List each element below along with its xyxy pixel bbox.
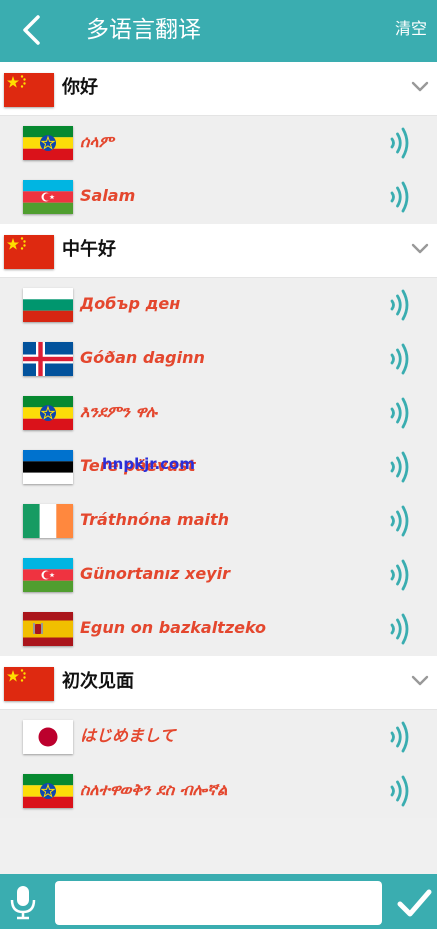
- translation-item[interactable]: ስለተዋወቅን ደስ ብሎኛል: [0, 764, 437, 818]
- translation-text: Tráthnóna maith: [80, 510, 230, 529]
- app-header: 多语言翻译 清空: [0, 0, 437, 62]
- speaker-icon[interactable]: [389, 721, 411, 753]
- iceland-flag-icon: [23, 342, 73, 376]
- translation-text: እንደምን ዋሉ: [80, 402, 157, 421]
- translation-item[interactable]: Добър ден: [0, 278, 437, 332]
- group-header[interactable]: 你好: [0, 62, 437, 116]
- translation-item[interactable]: Egun on bazkaltzeko: [0, 602, 437, 656]
- bulgaria-flag-icon: [23, 288, 73, 322]
- page-title: 多语言翻译: [86, 17, 201, 43]
- speaker-icon[interactable]: [389, 181, 411, 213]
- translation-text: Góðan daginn: [80, 348, 205, 367]
- ethiopia-flag-icon: [23, 126, 73, 160]
- text-input[interactable]: [55, 881, 382, 925]
- ireland-flag-icon: [23, 504, 73, 538]
- translation-item[interactable]: Günortanız xeyir: [0, 548, 437, 602]
- translation-text: Egun on bazkaltzeko: [80, 618, 267, 637]
- microphone-icon[interactable]: [8, 884, 38, 920]
- translation-text: ሰላም: [80, 132, 114, 151]
- estonia-flag-icon: [23, 450, 73, 484]
- speaker-icon[interactable]: [389, 559, 411, 591]
- speaker-icon[interactable]: [389, 127, 411, 159]
- spain-flag-icon: [23, 612, 73, 646]
- ethiopia-flag-icon: [23, 396, 73, 430]
- source-phrase: 初次见面: [62, 671, 134, 692]
- translation-text: ስለተዋወቅን ደስ ብሎኛል: [80, 780, 228, 799]
- china-flag-icon: [4, 235, 54, 269]
- speaker-icon[interactable]: [389, 505, 411, 537]
- translation-item[interactable]: Tráthnóna maith: [0, 494, 437, 548]
- speaker-icon[interactable]: [389, 289, 411, 321]
- clear-button[interactable]: 清空: [395, 18, 427, 40]
- translation-text: はじめまして: [80, 726, 176, 745]
- translation-text: Добър ден: [80, 294, 181, 313]
- group-header[interactable]: 中午好: [0, 224, 437, 278]
- translation-text: Tere päevast: [80, 456, 196, 475]
- speaker-icon[interactable]: [389, 343, 411, 375]
- checkmark-icon[interactable]: [396, 886, 432, 920]
- source-phrase: 你好: [62, 77, 98, 98]
- translation-text: Salam: [80, 186, 136, 205]
- translation-list: 你好 ሰላም Salam 中午好 Добър ден Góðan daginn እንደምን …: [0, 62, 437, 874]
- chevron-down-icon[interactable]: [411, 80, 429, 94]
- input-bar: [0, 874, 437, 929]
- translation-item[interactable]: እንደምን ዋሉ: [0, 386, 437, 440]
- azerbaijan-flag-icon: [23, 558, 73, 592]
- chevron-down-icon[interactable]: [411, 242, 429, 256]
- china-flag-icon: [4, 73, 54, 107]
- china-flag-icon: [4, 667, 54, 701]
- back-arrow-icon[interactable]: [14, 12, 50, 48]
- translation-item[interactable]: Tere päevast: [0, 440, 437, 494]
- translation-item[interactable]: はじめまして: [0, 710, 437, 764]
- ethiopia-flag-icon: [23, 774, 73, 808]
- speaker-icon[interactable]: [389, 397, 411, 429]
- source-phrase: 中午好: [62, 239, 116, 260]
- translation-item[interactable]: ሰላም: [0, 116, 437, 170]
- chevron-down-icon[interactable]: [411, 674, 429, 688]
- group-header[interactable]: 初次见面: [0, 656, 437, 710]
- speaker-icon[interactable]: [389, 451, 411, 483]
- azerbaijan-flag-icon: [23, 180, 73, 214]
- japan-flag-icon: [23, 720, 73, 754]
- speaker-icon[interactable]: [389, 775, 411, 807]
- translation-item[interactable]: Salam: [0, 170, 437, 224]
- speaker-icon[interactable]: [389, 613, 411, 645]
- translation-text: Günortanız xeyir: [80, 564, 230, 583]
- translation-item[interactable]: Góðan daginn: [0, 332, 437, 386]
